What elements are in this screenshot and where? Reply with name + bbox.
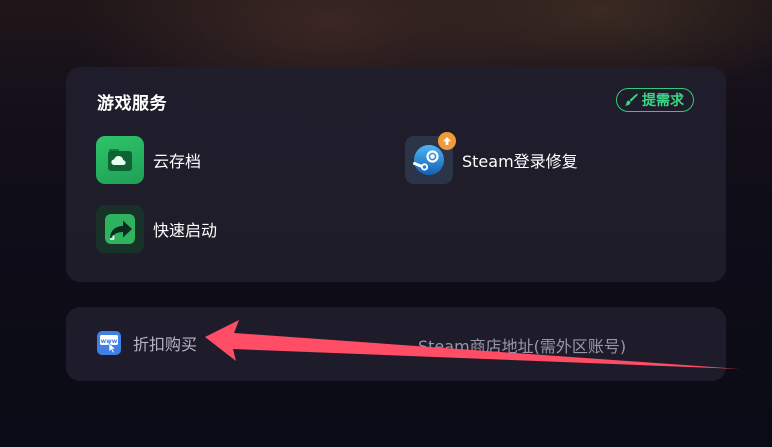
discount-purchase-link[interactable]: www 折扣购买 — [97, 331, 197, 355]
service-cloud-save[interactable]: 云存档 — [96, 136, 201, 184]
request-feature-button[interactable]: 提需求 — [616, 88, 694, 112]
game-detail-panel: 游戏服务 提需求 云存档 Steam登录修复 快速启动 www 折扣购买 Ste… — [0, 0, 772, 447]
steam-icon — [405, 132, 456, 184]
purchase-card: www 折扣购买 Steam商店地址(需外区账号) — [66, 307, 726, 381]
cloud-save-label: 云存档 — [153, 152, 202, 171]
brush-icon — [623, 92, 639, 108]
quick-launch-icon — [96, 205, 144, 253]
service-steam-login-fix[interactable]: Steam登录修复 — [405, 132, 578, 184]
services-title: 游戏服务 — [97, 94, 167, 114]
cloud-save-icon — [96, 136, 144, 184]
service-quick-launch[interactable]: 快速启动 — [96, 205, 217, 253]
quick-launch-label: 快速启动 — [153, 221, 218, 240]
game-services-card: 游戏服务 提需求 云存档 Steam登录修复 快速启动 — [66, 67, 726, 282]
request-feature-label: 提需求 — [642, 93, 684, 109]
discount-purchase-label: 折扣购买 — [133, 335, 198, 354]
update-badge-icon — [438, 132, 456, 150]
steam-store-link[interactable]: Steam商店地址(需外区账号) — [418, 333, 626, 357]
www-cursor-icon: www — [97, 331, 121, 355]
steam-login-fix-label: Steam登录修复 — [462, 152, 578, 171]
